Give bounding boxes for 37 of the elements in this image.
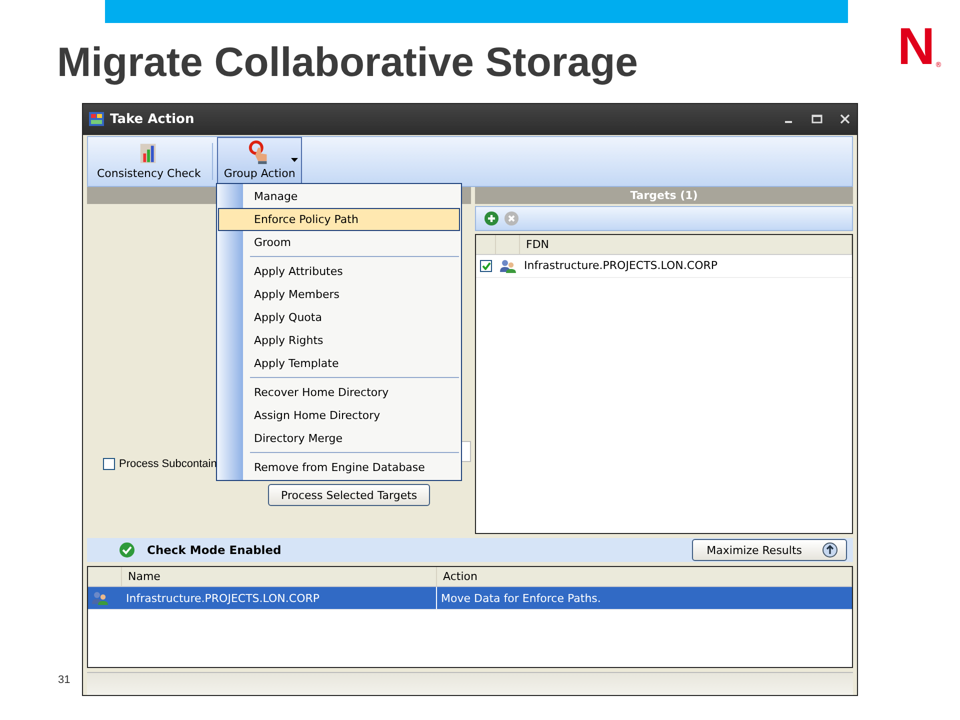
menu-item[interactable]: Apply Template	[218, 352, 460, 375]
page-number: 31	[58, 674, 70, 686]
toolbar-button[interactable]: Consistency Check	[90, 136, 208, 186]
menu-item[interactable]: Directory Merge	[218, 427, 460, 450]
user-group-icon	[500, 258, 516, 273]
menu-item[interactable]: Remove from Engine Database	[218, 456, 460, 479]
menu-item[interactable]: Assign Home Directory	[218, 404, 460, 427]
checkbox[interactable]	[480, 260, 492, 272]
menu-item[interactable]: Manage	[218, 185, 460, 208]
checkbox-label: Process Subcontain	[119, 458, 217, 470]
menu-item[interactable]: Apply Members	[218, 283, 460, 306]
caret-icon	[291, 158, 298, 162]
column-header[interactable]: Name	[122, 567, 437, 586]
close-icon[interactable]	[839, 113, 851, 126]
window-title: Take Action	[110, 112, 196, 127]
dropdown-button[interactable]: Group Action	[216, 136, 302, 186]
status-text: Check Mode Enabled	[147, 543, 282, 558]
menu-item[interactable]: Apply Quota	[218, 306, 460, 329]
maximize-icon[interactable]	[811, 113, 823, 126]
column-header[interactable]: Action	[437, 567, 852, 586]
checkbox[interactable]	[103, 458, 115, 470]
table-cell-text: Infrastructure.PROJECTS.LON.CORP	[523, 258, 719, 274]
menu-item[interactable]: Apply Rights	[218, 329, 460, 352]
app-icon	[89, 112, 104, 126]
result-row[interactable]: Infrastructure.PROJECTS.LON.CORP Move Data for Enforce Paths.	[88, 587, 852, 610]
slide-title: Migrate Collaborative Storage	[57, 39, 638, 86]
targets-header: Targets (1)	[475, 186, 853, 204]
menu-item[interactable]: Enforce Policy Path	[218, 208, 460, 231]
maximize-results-button[interactable]: Maximize Results	[692, 539, 847, 562]
process-button[interactable]: Process Selected Targets	[268, 484, 430, 506]
menu-item[interactable]: Groom	[218, 231, 460, 254]
menu-item[interactable]: Recover Home Directory	[218, 381, 460, 404]
user-group-icon	[92, 591, 108, 606]
menu-item[interactable]: Apply Attributes	[218, 260, 460, 283]
check-icon	[119, 542, 135, 558]
logo: N	[897, 21, 935, 73]
add-icon[interactable]	[484, 210, 499, 226]
